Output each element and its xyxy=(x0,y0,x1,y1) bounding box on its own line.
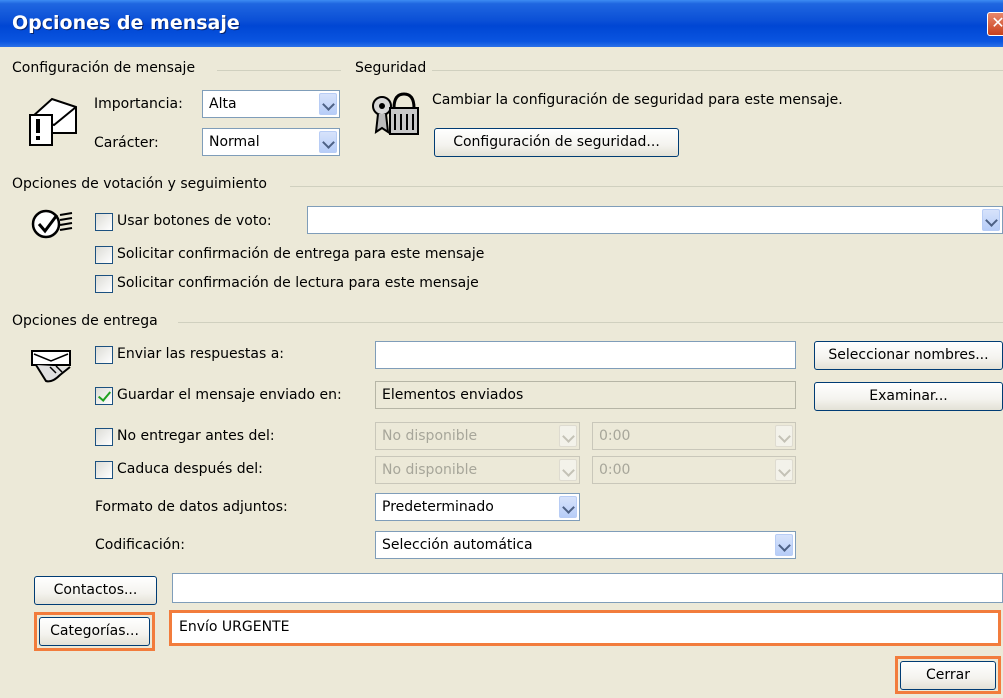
save-sent-folder-value: Elementos enviados xyxy=(382,387,524,403)
contacts-button[interactable]: Contactos... xyxy=(34,576,157,605)
chevron-down-icon[interactable] xyxy=(559,459,577,481)
expires-after-date-value: No disponible xyxy=(382,462,478,478)
sensitivity-label: Carácter: xyxy=(94,135,159,151)
no-deliver-before-checkbox[interactable] xyxy=(95,428,113,446)
no-deliver-before-date-value: No disponible xyxy=(382,428,478,444)
no-deliver-before-date-select[interactable]: No disponible xyxy=(375,422,580,450)
importance-select[interactable]: Alta xyxy=(202,90,340,118)
categories-input[interactable]: Envío URGENTE xyxy=(172,613,998,643)
chevron-down-icon[interactable] xyxy=(319,93,337,115)
group-divider xyxy=(178,322,1003,323)
expires-after-time-value: 0:00 xyxy=(599,462,631,478)
contacts-input[interactable] xyxy=(172,573,1003,603)
message-settings-icon xyxy=(29,97,77,146)
chevron-down-icon[interactable] xyxy=(559,496,577,518)
attachment-format-select[interactable]: Predeterminado xyxy=(375,493,580,521)
delivery-hand-icon xyxy=(31,350,71,383)
close-button[interactable]: Cerrar xyxy=(900,661,996,690)
no-deliver-before-time-value: 0:00 xyxy=(599,428,631,444)
close-window-button[interactable]: ✕ xyxy=(987,12,1003,36)
importance-label: Importancia: xyxy=(94,96,183,112)
security-heading: Seguridad xyxy=(355,60,427,76)
expires-after-date-select[interactable]: No disponible xyxy=(375,456,580,484)
send-replies-label: Enviar las respuestas a: xyxy=(117,346,285,362)
delivery-receipt-checkbox[interactable] xyxy=(95,246,113,264)
browse-button[interactable]: Examinar... xyxy=(814,382,1003,411)
save-sent-label: Guardar el mensaje enviado en: xyxy=(117,387,342,403)
security-description: Cambiar la configuración de seguridad pa… xyxy=(432,92,843,108)
chevron-down-icon[interactable] xyxy=(319,131,337,153)
no-deliver-before-time-select[interactable]: 0:00 xyxy=(592,422,796,450)
chevron-down-icon[interactable] xyxy=(775,534,793,556)
security-settings-button[interactable]: Configuración de seguridad... xyxy=(434,128,679,157)
sensitivity-select[interactable]: Normal xyxy=(202,128,340,156)
delivery-receipt-label: Solicitar confirmación de entrega para e… xyxy=(117,246,485,262)
categories-button[interactable]: Categorías... xyxy=(39,617,150,646)
expires-after-checkbox[interactable] xyxy=(95,461,113,479)
chevron-down-icon[interactable] xyxy=(775,425,793,447)
voting-buttons-select[interactable] xyxy=(307,206,1003,234)
voting-check-icon xyxy=(31,209,73,239)
expires-after-label: Caduca después del: xyxy=(117,461,263,477)
no-deliver-before-label: No entregar antes del: xyxy=(117,428,275,444)
message-settings-heading: Configuración de mensaje xyxy=(12,60,196,76)
voting-heading: Opciones de votación y seguimiento xyxy=(12,176,267,192)
expires-after-time-select[interactable]: 0:00 xyxy=(592,456,796,484)
save-sent-checkbox[interactable] xyxy=(95,387,113,405)
categories-value: Envío URGENTE xyxy=(179,619,290,635)
encoding-label: Codificación: xyxy=(95,537,185,553)
group-divider xyxy=(290,186,1003,187)
encoding-select[interactable]: Selección automática xyxy=(375,531,796,559)
attachment-format-label: Formato de datos adjuntos: xyxy=(95,499,288,515)
send-replies-checkbox[interactable] xyxy=(95,346,113,364)
security-lock-icon xyxy=(372,92,419,135)
encoding-value: Selección automática xyxy=(382,537,533,553)
attachment-format-value: Predeterminado xyxy=(382,499,494,515)
save-sent-folder-field: Elementos enviados xyxy=(375,381,796,409)
window-title: Opciones de mensaje xyxy=(12,12,240,34)
importance-value: Alta xyxy=(209,96,237,112)
title-bar: Opciones de mensaje ✕ xyxy=(0,0,1003,47)
use-voting-label: Usar botones de voto: xyxy=(117,213,272,229)
group-divider xyxy=(432,70,1003,71)
group-divider xyxy=(217,70,341,71)
use-voting-checkbox[interactable] xyxy=(95,213,113,231)
read-receipt-checkbox[interactable] xyxy=(95,275,113,293)
delivery-heading: Opciones de entrega xyxy=(12,313,158,329)
read-receipt-label: Solicitar confirmación de lectura para e… xyxy=(117,275,479,291)
sensitivity-value: Normal xyxy=(209,134,260,150)
chevron-down-icon[interactable] xyxy=(775,459,793,481)
select-names-button[interactable]: Seleccionar nombres... xyxy=(814,341,1003,370)
chevron-down-icon[interactable] xyxy=(559,425,577,447)
chevron-down-icon[interactable] xyxy=(982,209,1000,231)
send-replies-input[interactable] xyxy=(375,341,796,369)
